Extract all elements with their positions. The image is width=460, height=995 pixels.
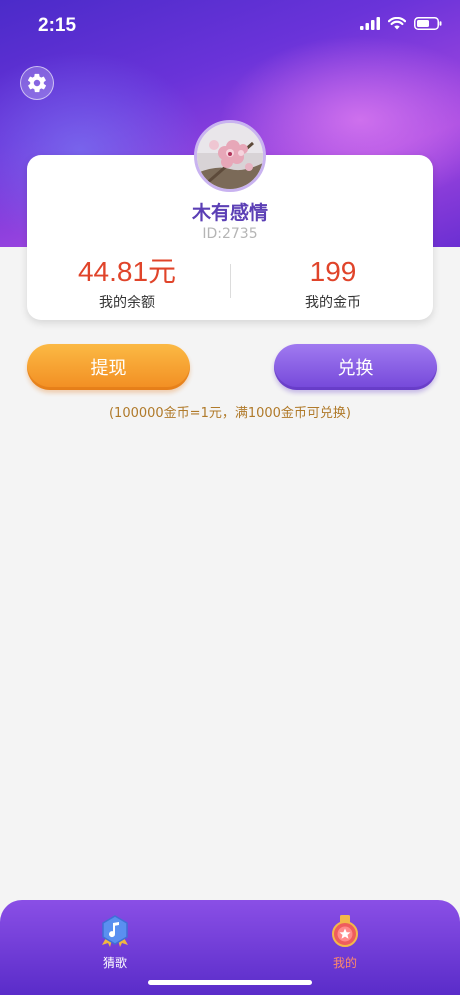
status-time: 2:15 [38, 15, 77, 36]
settings-button[interactable] [20, 66, 54, 100]
home-indicator [148, 980, 312, 985]
avatar[interactable] [194, 120, 266, 192]
balance-stat[interactable]: 44.81元 我的余额 [27, 256, 227, 312]
balance-value: 44.81元 [77, 256, 177, 287]
music-note-icon [102, 915, 128, 947]
coins-label: 我的金币 [305, 295, 361, 311]
status-icons [360, 17, 442, 30]
tab-guess-song-label: 猜歌 [102, 956, 127, 970]
user-id: ID:2735 [202, 226, 258, 242]
coins-value: 199 [309, 256, 357, 287]
medal-icon [332, 915, 358, 947]
balance-label: 我的余额 [99, 295, 155, 311]
exchange-button[interactable]: 兑换 [274, 344, 437, 390]
status-bar: 2:15 [0, 0, 460, 54]
tab-mine[interactable]: 我的 [305, 914, 385, 971]
tab-guess-song[interactable]: 猜歌 [75, 914, 155, 971]
stats-divider [230, 264, 231, 298]
coins-stat[interactable]: 199 我的金币 [233, 256, 433, 312]
tab-mine-label: 我的 [332, 956, 357, 970]
cellular-signal-icon [360, 17, 380, 30]
wifi-icon [388, 17, 406, 30]
gear-icon [27, 73, 47, 93]
battery-icon [414, 17, 442, 30]
username: 木有感情 [191, 202, 268, 224]
exchange-rate-note: (100000金币=1元，满1000金币可兑换) [108, 406, 352, 421]
avatar-image [197, 123, 263, 189]
withdraw-button[interactable]: 提现 [27, 344, 190, 390]
